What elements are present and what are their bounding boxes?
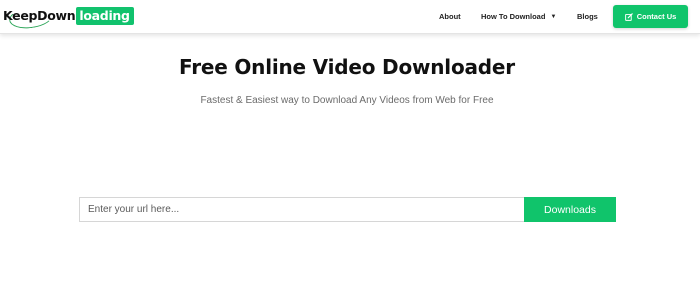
site-logo[interactable]: KeepDown loading [3,4,134,31]
url-input[interactable] [79,197,524,222]
logo-text-highlight: loading [76,6,134,25]
logo-text-dark: KeepDown [3,8,76,23]
nav-link-how-to-label: How To Download [481,12,546,21]
contact-us-button[interactable]: Contact Us [613,5,688,28]
page-title: Free Online Video Downloader [179,55,515,79]
nav-link-about[interactable]: About [439,12,461,21]
page-subtitle: Fastest & Easiest way to Download Any Vi… [200,95,494,106]
nav-link-about-label: About [439,12,461,21]
top-navbar: KeepDown loading About How To Download ▼ … [0,0,700,34]
nav-link-blogs[interactable]: Blogs [577,12,598,21]
nav-link-blogs-label: Blogs [577,12,598,21]
downloads-button[interactable]: Downloads [524,197,616,222]
chevron-down-icon: ▼ [550,14,557,20]
edit-icon [624,12,633,21]
nav-link-how-to-download[interactable]: How To Download ▼ [481,12,556,21]
contact-us-label: Contact Us [636,12,677,21]
url-download-form: Downloads [79,197,616,222]
